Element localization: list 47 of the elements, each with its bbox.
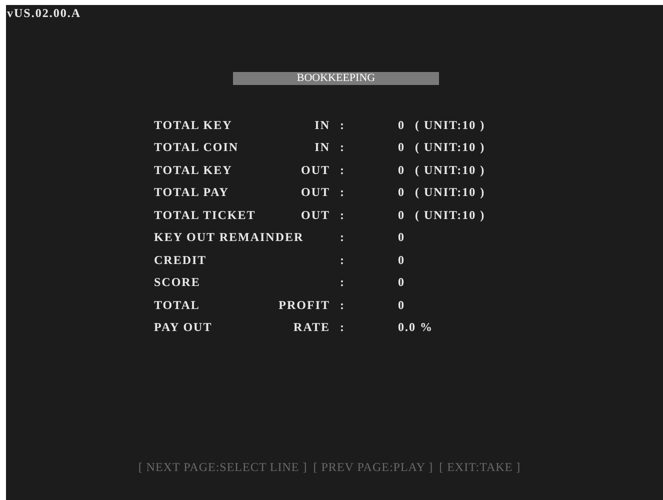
row-label-suffix: OUT (300, 208, 330, 223)
unit-label: ( UNIT:10 ) (415, 208, 486, 223)
row-label-suffix: IN (314, 118, 330, 133)
colon: : (339, 230, 346, 246)
row-label-suffix: RATE (294, 320, 330, 336)
row-label: KEY OUT REMAINDER (154, 230, 304, 246)
page-title: BOOKKEEPING (233, 72, 439, 85)
key-hint: [ NEXT PAGE:SELECT LINE ] (138, 460, 308, 475)
row-label: PAY OUT (154, 320, 212, 336)
row-label: CREDIT (154, 252, 207, 268)
row-label: TOTAL TICKET (154, 208, 256, 223)
colon: : (339, 162, 346, 178)
unit-label: ( UNIT:10 ) (415, 185, 486, 200)
colon: : (339, 320, 346, 336)
row-value: 0 (398, 252, 405, 268)
row-label-suffix: IN (314, 140, 330, 156)
key-hint: [ PREV PAGE:PLAY ] (313, 460, 434, 475)
colon: : (339, 118, 346, 133)
unit-label: ( UNIT:10 ) (415, 162, 486, 178)
row-value: 0 (398, 208, 405, 223)
row-label: TOTAL PAY (154, 185, 229, 200)
row-value: 0 (398, 140, 405, 156)
row-value: 0 (398, 275, 405, 290)
colon: : (339, 185, 346, 200)
colon: : (339, 208, 346, 223)
row-value: 0 (398, 162, 405, 178)
row-label: TOTAL KEY (154, 162, 232, 178)
colon: : (339, 298, 346, 313)
row-label-suffix: OUT (300, 185, 330, 200)
unit-label: ( UNIT:10 ) (415, 118, 486, 133)
row-label: TOTAL COIN (154, 140, 239, 156)
colon: : (339, 140, 346, 156)
version-label: vUS.02.00.A (6, 5, 82, 21)
key-hint: [ EXIT:TAKE ] (439, 460, 521, 475)
row-value: 0 (398, 298, 405, 313)
colon: : (339, 252, 346, 268)
row-label-suffix: PROFIT (278, 298, 330, 313)
row-value: 0 (398, 185, 405, 200)
unit-label: ( UNIT:10 ) (415, 140, 486, 156)
colon: : (339, 275, 346, 290)
row-label: TOTAL (154, 298, 200, 313)
row-label-suffix: OUT (300, 162, 330, 178)
row-label: TOTAL KEY (154, 118, 232, 133)
row-value: 0 (398, 118, 405, 133)
row-value: 0 (398, 230, 405, 246)
row-label: SCORE (154, 275, 200, 290)
row-value: 0.0 % (398, 320, 433, 336)
